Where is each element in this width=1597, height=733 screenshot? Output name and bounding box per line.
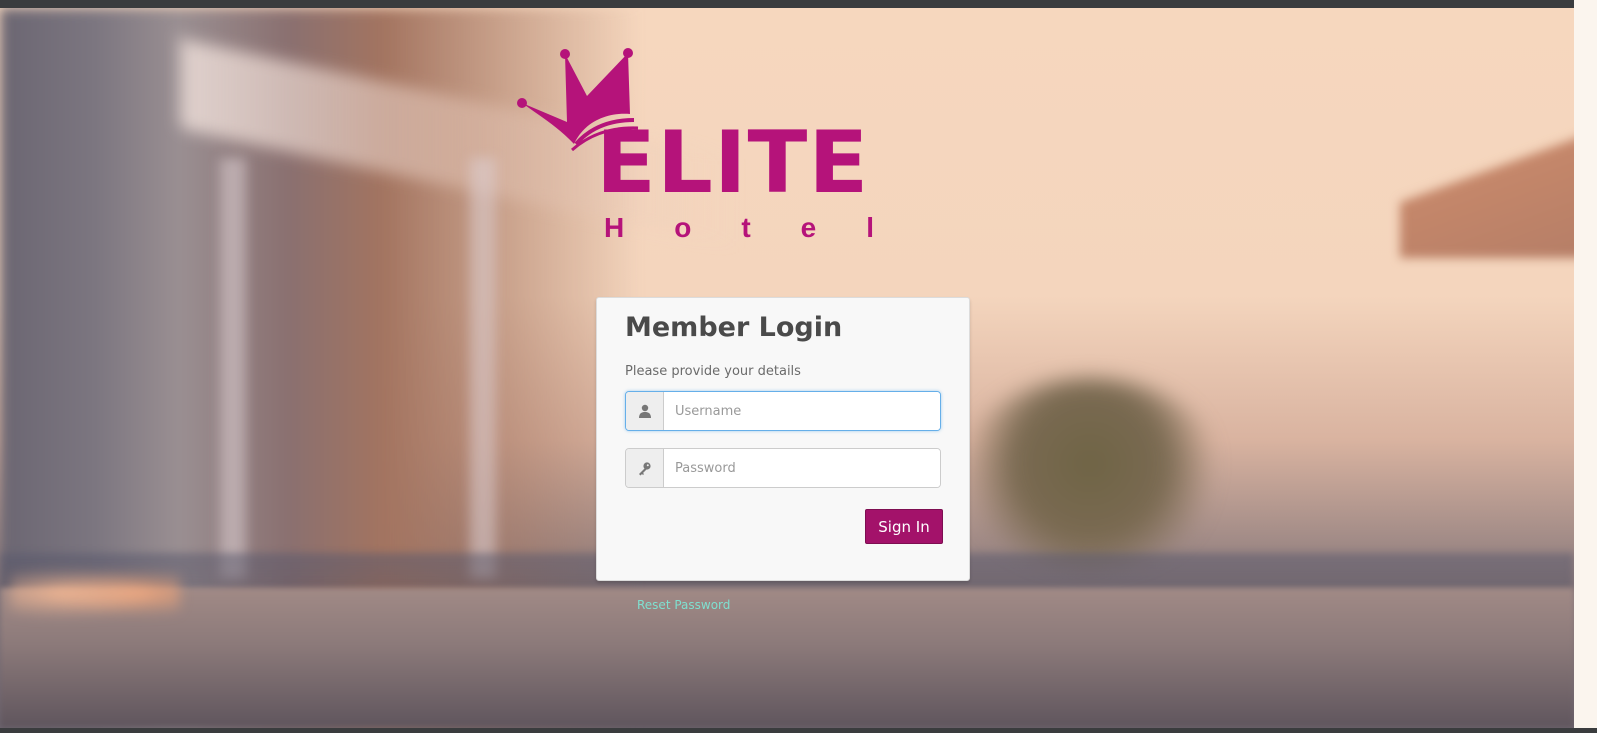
background-pillar	[470, 158, 496, 578]
hotel-logo: ELITE H o t e l	[512, 44, 882, 244]
background-roof	[1400, 98, 1574, 258]
password-input[interactable]	[664, 449, 940, 487]
username-input-group	[625, 391, 941, 431]
password-addon	[626, 449, 664, 487]
password-input-group	[625, 448, 941, 488]
user-icon	[638, 404, 651, 418]
login-title: Member Login	[625, 312, 843, 343]
reset-password-link[interactable]: Reset Password	[637, 598, 730, 612]
logo-wordmark: ELITE	[596, 113, 870, 213]
logo-tagline-letter: t	[741, 212, 751, 243]
logo-tagline-letter: l	[866, 212, 874, 243]
username-input[interactable]	[664, 392, 940, 430]
screen: ELITE H o t e l Member Login Please prov…	[0, 0, 1597, 733]
window-bottom-bar	[0, 728, 1597, 733]
logo-tagline-letter: H	[604, 212, 625, 243]
background-water	[0, 588, 1574, 728]
logo-tagline: H o t e l	[604, 212, 874, 244]
right-edge-strip	[1574, 0, 1597, 733]
background-lights	[10, 563, 180, 623]
login-card: Member Login Please provide your details	[596, 297, 970, 581]
username-addon	[626, 392, 664, 430]
logo-tagline-letter: o	[674, 212, 692, 243]
background-tree	[960, 378, 1220, 568]
sign-in-button[interactable]: Sign In	[865, 509, 943, 544]
key-icon	[639, 461, 651, 475]
logo-tagline-letter: e	[800, 212, 817, 243]
background-pillar	[220, 158, 246, 578]
login-subtitle: Please provide your details	[625, 364, 801, 379]
window-top-bar	[0, 0, 1597, 8]
